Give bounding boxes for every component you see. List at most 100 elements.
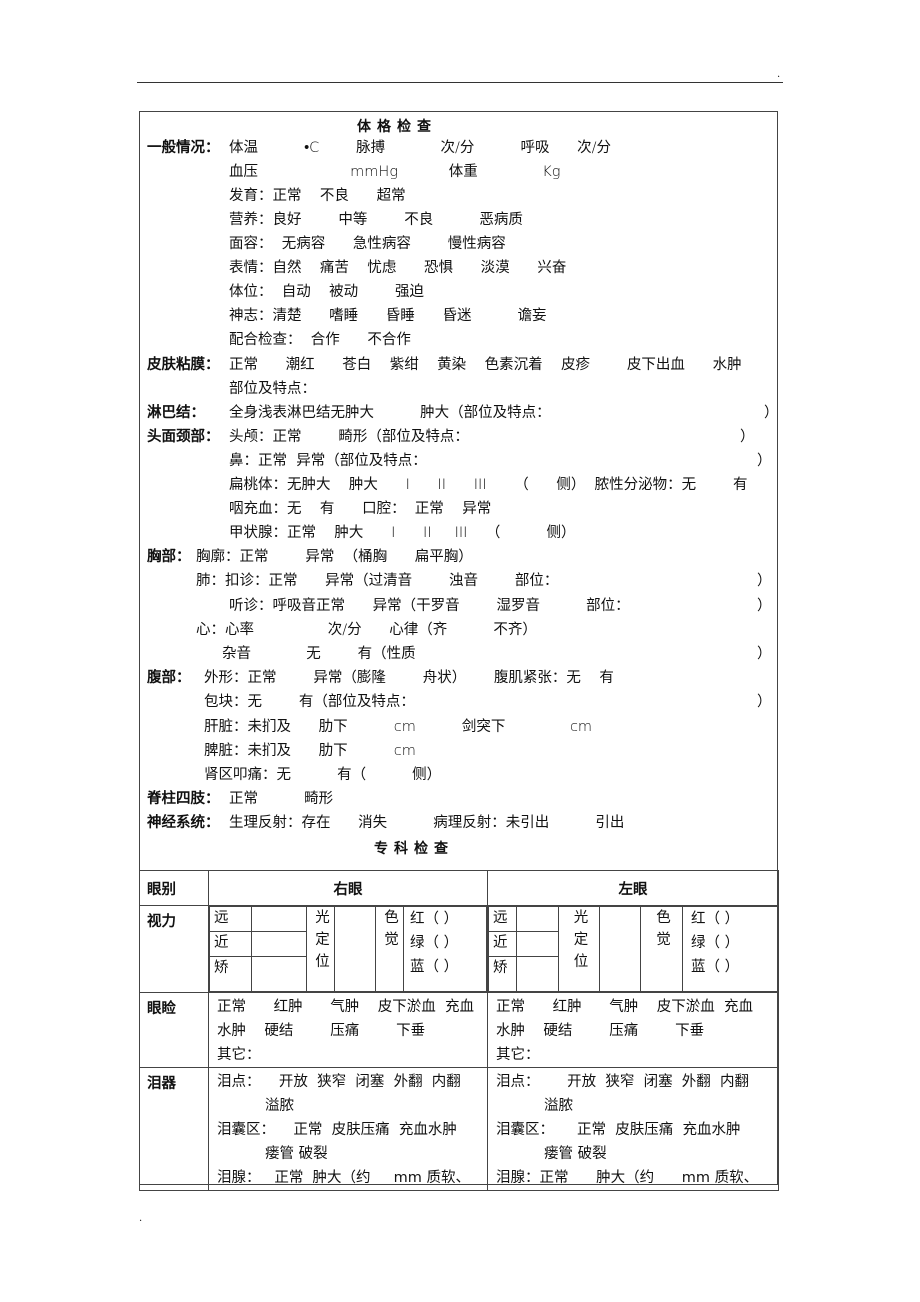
right-green[interactable]: 绿（ ） xyxy=(410,935,458,951)
head-neck-skull: 头颅：正常 畸形（部位及特点： xyxy=(229,429,469,445)
chest-heart: 心：心率 次/分 心律（齐 不齐） xyxy=(196,622,537,638)
chest-lung-auscultation: 听诊：呼吸音正常 异常（干罗音 湿罗音 部位： xyxy=(229,598,630,614)
general-label: 一般情况： xyxy=(147,140,220,156)
header-rule xyxy=(137,82,783,83)
chest-label: 胸部： xyxy=(147,549,191,565)
right-lacrimal-sac-cont: 瘘管 破裂 xyxy=(265,1146,328,1162)
left-red[interactable]: 红（ ） xyxy=(691,911,739,927)
right-near-value[interactable] xyxy=(251,931,307,957)
right-color-vision: 色觉 xyxy=(375,906,404,992)
left-corrected-value[interactable] xyxy=(516,956,559,992)
left-eye-vision: 远 光定位 色觉 红（ ） 绿（ ） 蓝（ ） 近 矫 xyxy=(487,905,779,993)
right-far-value[interactable] xyxy=(251,906,307,932)
header-dot: . xyxy=(777,69,781,80)
head-neck-pharynx: 咽充血：无 有 口腔： 正常 异常 xyxy=(229,501,492,517)
right-punctum-cont: 溢脓 xyxy=(265,1098,294,1114)
lymph-label: 淋巴结： xyxy=(147,405,205,421)
eye-side-label: 眼别 xyxy=(139,870,209,906)
left-lacrimal: 泪点： 开放 狭窄 闭塞 外翻 内翻 溢脓 泪囊区： 正常 皮肤压痛 充血水肿 … xyxy=(487,1067,779,1191)
mass-close-paren: ） xyxy=(757,694,772,710)
left-light-localization: 光定位 xyxy=(558,906,600,992)
right-eyelid-line-2: 水肿 硬结 压痛 下垂 xyxy=(217,1023,426,1039)
head-neck-thyroid: 甲状腺：正常 肿大 I II III （ 侧） xyxy=(229,525,576,541)
right-light-localization-value[interactable] xyxy=(334,906,376,992)
lymph-text: 全身浅表淋巴结无肿大 肿大（部位及特点： xyxy=(229,405,551,421)
abdomen-mass: 包块：无 有（部位及特点： xyxy=(204,694,415,710)
left-color-options: 红（ ） 绿（ ） 蓝（ ） xyxy=(682,906,778,992)
general-line-nutrition: 营养：良好 中等 不良 恶病质 xyxy=(229,212,523,228)
left-eyelid-line-2: 水肿 硬结 压痛 下垂 xyxy=(496,1023,705,1039)
right-eyelid-other: 其它： xyxy=(217,1047,261,1063)
right-eye-vision: 远 光定位 色觉 红（ ） 绿（ ） 蓝（ ） 近 矫 xyxy=(208,905,488,993)
lymph-close-paren: ） xyxy=(764,405,779,421)
left-eye-header: 左眼 xyxy=(487,870,779,906)
right-eyelid: 正常 红肿 气肿 皮下淤血 充血 水肿 硬结 压痛 下垂 其它： xyxy=(208,992,488,1068)
right-light-localization: 光定位 xyxy=(306,906,335,992)
specialty-exam-title: 专科检查 xyxy=(374,841,454,857)
vision-label: 视力 xyxy=(139,905,209,993)
specialty-exam-table: 眼别 右眼 左眼 视力 远 光定位 色觉 红（ ） 绿（ ） 蓝（ ） 近 矫 远 … xyxy=(139,870,779,1191)
left-green[interactable]: 绿（ ） xyxy=(691,935,739,951)
general-line-vitals: 体温 •C 脉搏 次/分 呼吸 次/分 xyxy=(229,140,611,156)
right-far-label: 远 xyxy=(209,906,252,932)
auscultation-close-paren: ） xyxy=(757,598,772,614)
head-neck-tonsils: 扁桃体：无肿大 肿大 I II III （ 侧） 脓性分泌物：无 有 xyxy=(229,477,748,493)
left-eyelid-other: 其它： xyxy=(496,1047,540,1063)
footer-dot: . xyxy=(139,1213,143,1224)
left-lacrimal-gland: 泪腺：正常 肿大（约 mm 质软、 xyxy=(496,1170,759,1186)
abdomen-liver: 肝脏：未扪及 肋下 cm 剑突下 cm xyxy=(204,719,593,735)
right-corrected-label: 矫 xyxy=(209,956,252,992)
general-line-position: 体位： 自动 被动 强迫 xyxy=(229,284,425,300)
skin-line-findings: 正常 潮红 苍白 紫绀 黄染 色素沉着 皮疹 皮下出血 水肿 xyxy=(229,357,742,373)
skin-line-location: 部位及特点： xyxy=(229,381,316,397)
left-lacrimal-sac-cont: 瘘管 破裂 xyxy=(544,1146,607,1162)
eyelid-row: 眼睑 正常 红肿 气肿 皮下淤血 充血 水肿 硬结 压痛 下垂 其它： 正常 红… xyxy=(139,992,779,1068)
right-eye-header: 右眼 xyxy=(208,870,488,906)
eyelid-label: 眼睑 xyxy=(139,992,209,1068)
head-neck-label: 头面颈部： xyxy=(147,429,220,445)
right-corrected-value[interactable] xyxy=(251,956,307,992)
spine-label: 脊柱四肢： xyxy=(147,791,220,807)
left-near-label: 近 xyxy=(488,931,517,957)
left-corrected-label: 矫 xyxy=(488,956,517,992)
eye-header-row: 眼别 右眼 左眼 xyxy=(139,870,779,906)
left-far-label: 远 xyxy=(488,906,517,932)
abdomen-shape: 外形：正常 异常（膨隆 舟状） 腹肌紧张：无 有 xyxy=(204,670,614,686)
murmur-close-paren: ） xyxy=(757,646,772,662)
left-blue[interactable]: 蓝（ ） xyxy=(691,959,739,975)
spine-text: 正常 畸形 xyxy=(229,791,334,807)
right-punctum: 泪点： 开放 狭窄 闭塞 外翻 内翻 xyxy=(217,1074,461,1090)
right-lacrimal-sac: 泪囊区： 正常 皮肤压痛 充血水肿 xyxy=(217,1122,457,1138)
left-near-value[interactable] xyxy=(516,931,559,957)
left-eyelid: 正常 红肿 气肿 皮下淤血 充血 水肿 硬结 压痛 下垂 其它： xyxy=(487,992,779,1068)
lacrimal-label: 泪器 xyxy=(139,1067,209,1191)
chest-thorax: 胸廓：正常 异常 （桶胸 扁平胸） xyxy=(196,549,473,565)
left-color-vision: 色觉 xyxy=(640,906,683,992)
right-eyelid-line-1: 正常 红肿 气肿 皮下淤血 充血 xyxy=(217,999,474,1015)
lacrimal-row: 泪器 泪点： 开放 狭窄 闭塞 外翻 内翻 溢脓 泪囊区： 正常 皮肤压痛 充血… xyxy=(139,1067,779,1191)
general-line-consciousness: 神志：清楚 嗜睡 昏睡 昏迷 谵妄 xyxy=(229,308,547,324)
nervous-label: 神经系统： xyxy=(147,815,220,831)
skull-close-paren: ） xyxy=(740,429,755,445)
left-far-value[interactable] xyxy=(516,906,559,932)
left-eyelid-line-1: 正常 红肿 气肿 皮下淤血 充血 xyxy=(496,999,753,1015)
left-light-localization-value[interactable] xyxy=(599,906,641,992)
left-punctum-cont: 溢脓 xyxy=(544,1098,573,1114)
right-near-label: 近 xyxy=(209,931,252,957)
abdomen-label: 腹部： xyxy=(147,670,191,686)
general-line-facies: 面容： 无病容 急性病容 慢性病容 xyxy=(229,236,506,252)
chest-murmur: 杂音 无 有（性质 xyxy=(222,646,416,662)
right-lacrimal-gland: 泪腺： 正常 肿大（约 mm 质软、 xyxy=(217,1170,470,1186)
skin-label: 皮肤粘膜： xyxy=(147,357,220,373)
nose-close-paren: ） xyxy=(757,453,772,469)
right-blue[interactable]: 蓝（ ） xyxy=(410,959,458,975)
vision-row: 视力 远 光定位 色觉 红（ ） 绿（ ） 蓝（ ） 近 矫 远 光 定 位 色 觉… xyxy=(139,905,779,993)
right-red[interactable]: 红（ ） xyxy=(410,911,458,927)
left-lacrimal-sac: 泪囊区： 正常 皮肤压痛 充血水肿 xyxy=(496,1122,741,1138)
percussion-close-paren: ） xyxy=(757,573,772,589)
abdomen-kidney: 肾区叩痛：无 有（ 侧） xyxy=(204,767,442,783)
general-line-development: 发育：正常 不良 超常 xyxy=(229,188,406,204)
nervous-text: 生理反射：存在 消失 病理反射：未引出 引出 xyxy=(229,815,625,831)
right-lacrimal: 泪点： 开放 狭窄 闭塞 外翻 内翻 溢脓 泪囊区： 正常 皮肤压痛 充血水肿 … xyxy=(208,1067,488,1191)
left-punctum: 泪点： 开放 狭窄 闭塞 外翻 内翻 xyxy=(496,1074,750,1090)
